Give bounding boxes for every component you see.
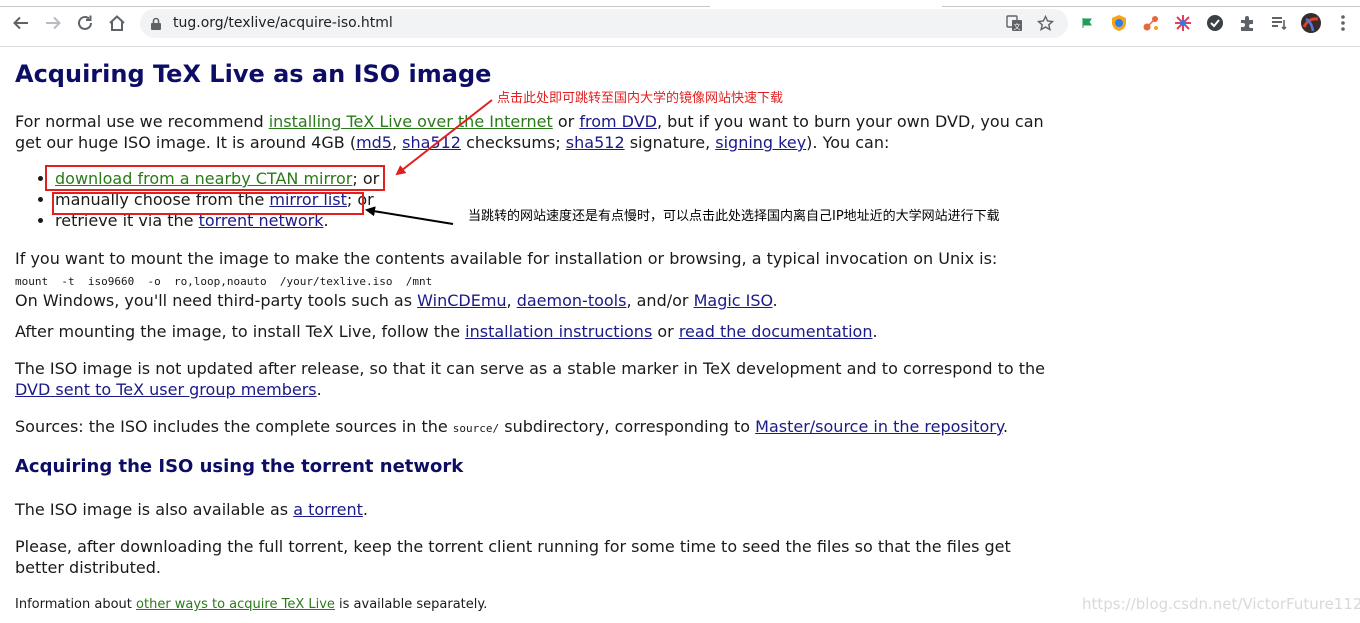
annotation-arrow-black — [365, 206, 454, 225]
watermark: https://blog.csdn.net/VictorFuture1124 — [1082, 595, 1360, 613]
annotation-arrows — [365, 99, 493, 225]
annotation-arrow-red — [395, 99, 493, 176]
